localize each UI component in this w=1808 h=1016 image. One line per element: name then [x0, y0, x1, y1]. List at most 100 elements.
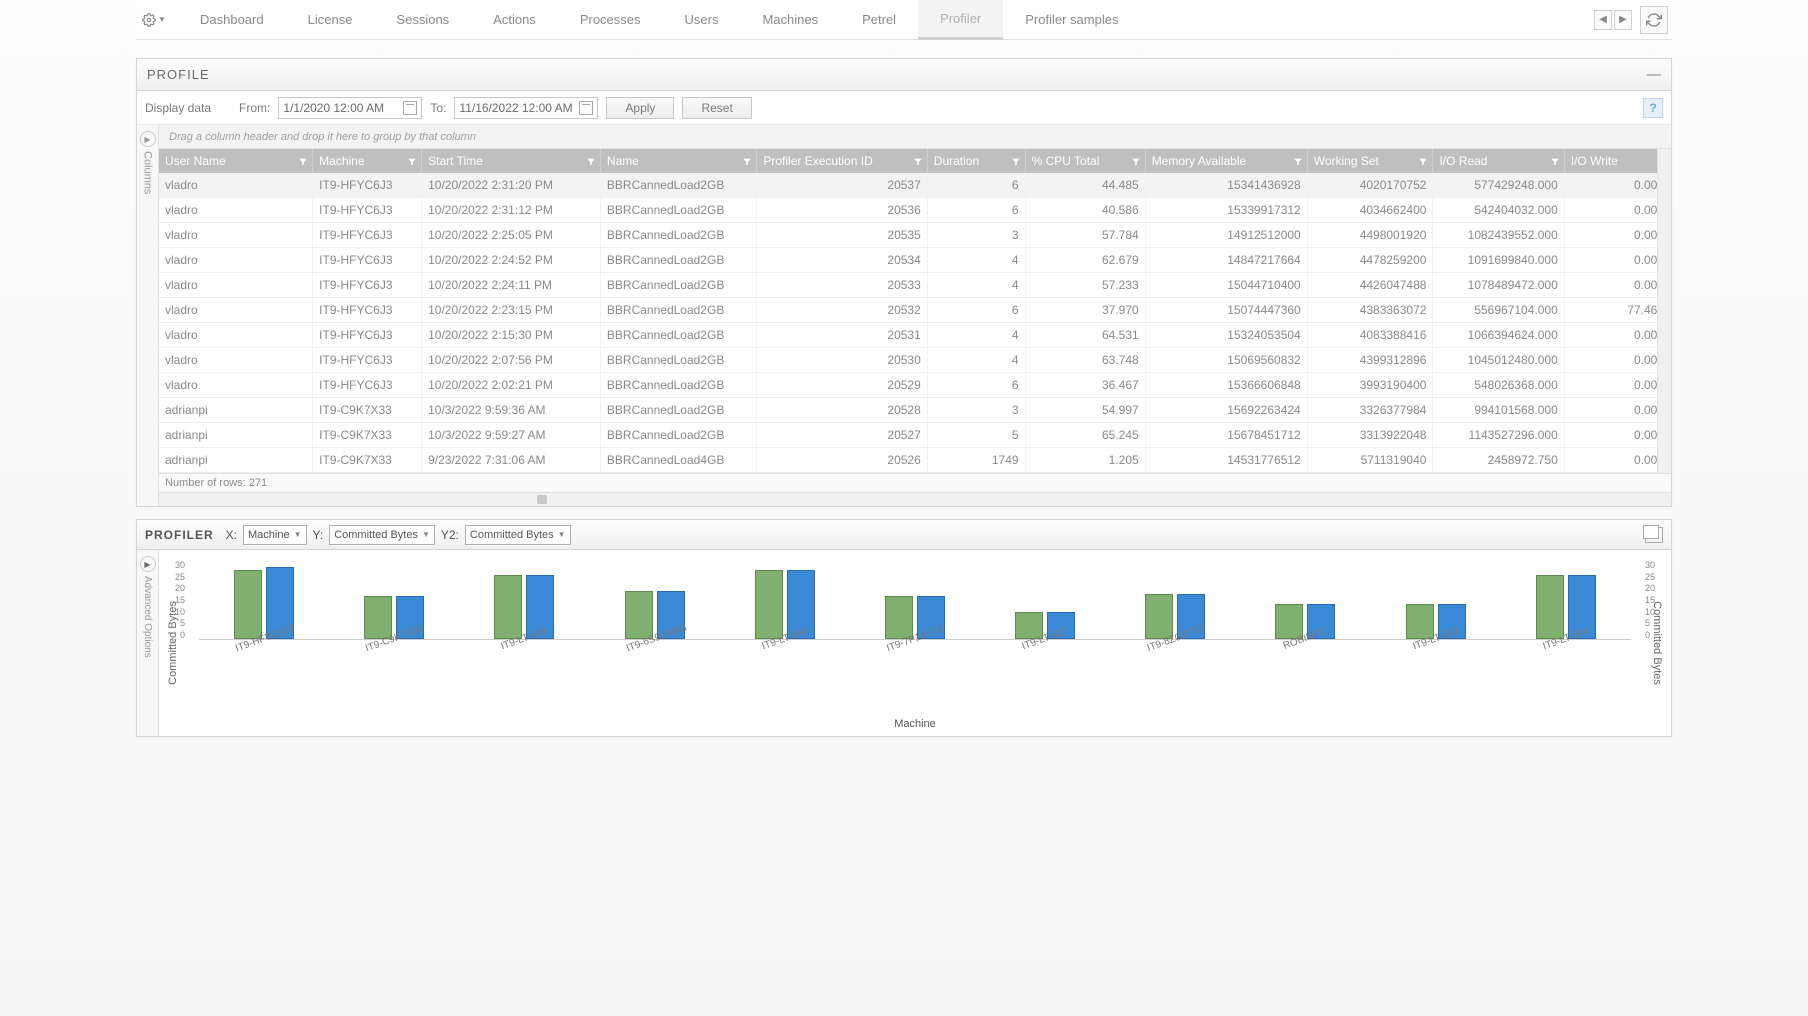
column-header[interactable]: Working Set — [1307, 149, 1433, 173]
cell: 3 — [927, 223, 1025, 248]
table-row[interactable]: vladroIT9-HFYC6J310/20/2022 2:31:20 PMBB… — [159, 173, 1671, 198]
tab-profiler[interactable]: Profiler — [918, 0, 1003, 40]
cell: IT9-C9K7X33 — [313, 423, 422, 448]
tab-users[interactable]: Users — [663, 0, 741, 40]
cell: 44.485 — [1025, 173, 1145, 198]
group-by-hint[interactable]: Drag a column header and drop it here to… — [159, 125, 1671, 149]
filter-icon[interactable] — [742, 156, 752, 166]
y-tick: 25 — [167, 572, 185, 582]
column-header[interactable]: I/O Read — [1433, 149, 1564, 173]
expand-icon[interactable]: ▶ — [140, 556, 156, 572]
column-header[interactable]: User Name — [159, 149, 313, 173]
y-tick: 30 — [1645, 560, 1663, 570]
column-header[interactable]: % CPU Total — [1025, 149, 1145, 173]
table-row[interactable]: vladroIT9-HFYC6J310/20/2022 2:25:05 PMBB… — [159, 223, 1671, 248]
bar[interactable] — [755, 570, 783, 639]
tab-machines[interactable]: Machines — [740, 0, 840, 40]
nav-scroll-right[interactable]: ▶ — [1614, 10, 1632, 30]
cell: IT9-HFYC6J3 — [313, 323, 422, 348]
table-row[interactable]: vladroIT9-HFYC6J310/20/2022 2:24:11 PMBB… — [159, 273, 1671, 298]
bar[interactable] — [364, 596, 392, 639]
tab-actions[interactable]: Actions — [471, 0, 558, 40]
y2-axis-select[interactable]: Committed Bytes ▼ — [465, 525, 571, 545]
bar[interactable] — [1145, 594, 1173, 639]
tab-sessions[interactable]: Sessions — [374, 0, 471, 40]
cell: IT9-C9K7X33 — [313, 398, 422, 423]
from-label: From: — [239, 101, 270, 115]
table-row[interactable]: vladroIT9-HFYC6J310/20/2022 2:02:21 PMBB… — [159, 373, 1671, 398]
tab-processes[interactable]: Processes — [558, 0, 663, 40]
filter-icon[interactable] — [407, 156, 417, 166]
filter-icon[interactable] — [1418, 156, 1428, 166]
tab-profiler-samples[interactable]: Profiler samples — [1003, 0, 1140, 40]
cell: 4426047488 — [1307, 273, 1433, 298]
cell: 4 — [927, 323, 1025, 348]
table-row[interactable]: vladroIT9-HFYC6J310/20/2022 2:31:12 PMBB… — [159, 198, 1671, 223]
from-date-field[interactable] — [283, 101, 401, 115]
chevron-down-icon: ▼ — [294, 530, 302, 539]
maximize-button[interactable] — [1645, 527, 1663, 543]
tab-dashboard[interactable]: Dashboard — [178, 0, 286, 40]
column-header[interactable]: Start Time — [422, 149, 601, 173]
cell: 6 — [927, 373, 1025, 398]
horizontal-scrollbar[interactable] — [159, 492, 1671, 506]
settings-menu[interactable]: ▼ — [140, 6, 168, 34]
column-header[interactable]: Memory Available — [1145, 149, 1307, 173]
filter-icon[interactable] — [913, 156, 923, 166]
filter-icon[interactable] — [1131, 156, 1141, 166]
cell: 5711319040 — [1307, 448, 1433, 473]
table-row[interactable]: adrianpiIT9-C9K7X339/23/2022 7:31:06 AMB… — [159, 448, 1671, 473]
tab-license[interactable]: License — [286, 0, 375, 40]
refresh-button[interactable] — [1640, 6, 1668, 34]
filter-icon[interactable] — [1011, 156, 1021, 166]
filter-icon[interactable] — [586, 156, 596, 166]
table-row[interactable]: adrianpiIT9-C9K7X3310/3/2022 9:59:27 AMB… — [159, 423, 1671, 448]
apply-button[interactable]: Apply — [606, 97, 674, 119]
cell: 5 — [927, 423, 1025, 448]
column-header[interactable]: Duration — [927, 149, 1025, 173]
bar[interactable] — [625, 591, 653, 639]
y-axis-select[interactable]: Committed Bytes ▼ — [329, 525, 435, 545]
cell: 4 — [927, 348, 1025, 373]
display-data-label: Display data — [145, 101, 211, 115]
bar[interactable] — [1275, 604, 1303, 639]
filter-icon[interactable] — [1550, 156, 1560, 166]
calendar-icon[interactable] — [579, 101, 593, 115]
bar[interactable] — [885, 596, 913, 639]
expand-icon[interactable]: ▶ — [140, 131, 156, 147]
y-tick: 0 — [167, 630, 185, 640]
table-row[interactable]: vladroIT9-HFYC6J310/20/2022 2:23:15 PMBB… — [159, 298, 1671, 323]
filter-icon[interactable] — [298, 156, 308, 166]
column-header[interactable]: Profiler Execution ID — [757, 149, 927, 173]
minimize-button[interactable] — [1647, 74, 1661, 76]
column-header[interactable]: I/O Write — [1564, 149, 1670, 173]
calendar-icon[interactable] — [403, 101, 417, 115]
from-date-input[interactable] — [278, 97, 422, 119]
to-date-field[interactable] — [459, 101, 577, 115]
cell: 994101568.000 — [1433, 398, 1564, 423]
vertical-scrollbar[interactable] — [1657, 149, 1671, 473]
bar[interactable] — [494, 575, 522, 639]
table-row[interactable]: adrianpiIT9-C9K7X3310/3/2022 9:59:36 AMB… — [159, 398, 1671, 423]
bar[interactable] — [1406, 604, 1434, 639]
cell: 4383363072 — [1307, 298, 1433, 323]
table-row[interactable]: vladroIT9-HFYC6J310/20/2022 2:24:52 PMBB… — [159, 248, 1671, 273]
to-date-input[interactable] — [454, 97, 598, 119]
filter-icon[interactable] — [1293, 156, 1303, 166]
cell: 0.000 — [1564, 398, 1670, 423]
bar[interactable] — [234, 570, 262, 639]
cell: IT9-HFYC6J3 — [313, 273, 422, 298]
reset-button[interactable]: Reset — [682, 97, 751, 119]
nav-scroll-left[interactable]: ◀ — [1594, 10, 1612, 30]
column-header[interactable]: Machine — [313, 149, 422, 173]
cell: BBRCannedLoad2GB — [600, 198, 756, 223]
table-row[interactable]: vladroIT9-HFYC6J310/20/2022 2:15:30 PMBB… — [159, 323, 1671, 348]
table-row[interactable]: vladroIT9-HFYC6J310/20/2022 2:07:56 PMBB… — [159, 348, 1671, 373]
help-button[interactable]: ? — [1643, 98, 1663, 118]
columns-sidebar-tab[interactable]: ▶ Columns — [137, 125, 159, 506]
advanced-options-tab[interactable]: ▶ Advanced Options — [137, 550, 159, 736]
x-axis-select[interactable]: Machine ▼ — [243, 525, 307, 545]
column-header[interactable]: Name — [600, 149, 756, 173]
bar[interactable] — [1536, 575, 1564, 639]
tab-petrel[interactable]: Petrel — [840, 0, 918, 40]
